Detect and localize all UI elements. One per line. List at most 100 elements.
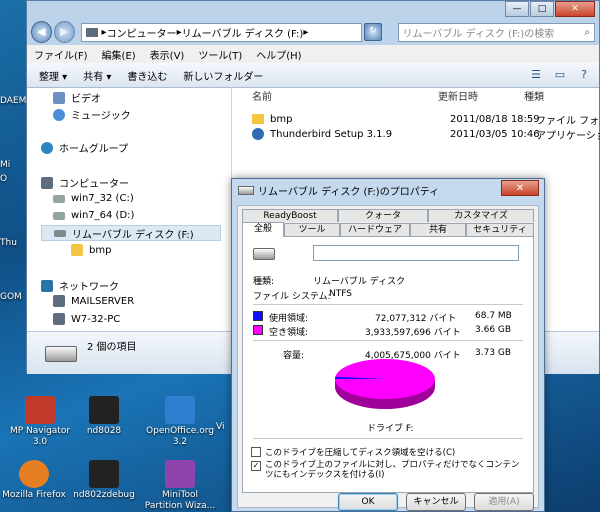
- window-caption-buttons: — □ ✕: [504, 1, 595, 17]
- thunderbird-icon: [252, 128, 264, 140]
- menu-tools[interactable]: ツール(T): [191, 47, 249, 62]
- index-checkbox[interactable]: ✓: [251, 461, 261, 471]
- nav-computer[interactable]: コンピューター: [41, 175, 129, 190]
- nav-removable-disk[interactable]: リムーバブル ディスク (F:): [41, 225, 221, 241]
- nav-label: ミュージック: [71, 111, 131, 122]
- breadcrumb-removable-disk[interactable]: リムーバブル ディスク (F:): [182, 25, 304, 40]
- command-bar: 整理 ▾ 共有 ▾ 書き込む 新しいフォルダー ☰ ▭ ?: [27, 63, 599, 88]
- removable-drive-icon: [238, 186, 254, 195]
- file-row[interactable]: Thunderbird Setup 3.1.9 2011/03/05 10:46…: [252, 127, 600, 142]
- cancel-button[interactable]: キャンセル: [406, 493, 466, 511]
- desktop-fragment: O: [0, 174, 8, 184]
- tab-tools[interactable]: ツール: [284, 223, 340, 236]
- index-checkbox-label: このドライブ上のファイルに対し、プロパティだけでなくコンテンツにもインデックスを…: [265, 460, 520, 480]
- menu-edit[interactable]: 編集(E): [95, 47, 143, 62]
- help-icon[interactable]: ?: [577, 68, 591, 81]
- desktop-icon-minitool[interactable]: MiniTool Partition Wiza...: [142, 460, 218, 512]
- navigation-pane: ビデオ ミュージック ホームグループ コンピューター win7_32 (C:) …: [27, 88, 232, 331]
- burn-button[interactable]: 書き込む: [119, 68, 175, 83]
- tab-quota[interactable]: クォータ: [338, 209, 428, 222]
- free-space-label: 空き領域:: [269, 328, 309, 338]
- folder-icon: [71, 244, 83, 256]
- computer-icon: [85, 27, 98, 37]
- capacity-label: 容量:: [283, 351, 305, 361]
- column-type[interactable]: 種類: [524, 88, 544, 108]
- folder-icon: [252, 114, 264, 124]
- tab-sharing[interactable]: 共有: [410, 223, 466, 236]
- breadcrumb-computer[interactable]: コンピューター: [107, 25, 177, 40]
- apply-button[interactable]: 適用(A): [474, 493, 534, 511]
- file-name: Thunderbird Setup 3.1.9: [270, 128, 393, 140]
- tab-customize[interactable]: カスタマイズ: [428, 209, 534, 222]
- used-space-swatch: [253, 311, 263, 321]
- minimize-button[interactable]: —: [505, 1, 529, 17]
- menu-view[interactable]: 表示(V): [143, 47, 192, 62]
- compress-checkbox[interactable]: [251, 447, 261, 457]
- separator: [253, 304, 523, 305]
- nav-network[interactable]: ネットワーク: [41, 278, 119, 293]
- nav-label: MAILSERVER: [71, 295, 135, 307]
- nav-w7-32-pc[interactable]: W7-32-PC: [53, 313, 120, 325]
- view-options-icon[interactable]: ☰: [529, 68, 543, 81]
- tab-security[interactable]: セキュリティ: [466, 223, 534, 236]
- column-modified[interactable]: 更新日時: [438, 88, 478, 108]
- ok-button[interactable]: OK: [338, 493, 398, 511]
- close-button[interactable]: ✕: [555, 1, 595, 17]
- desktop-icon-firefox[interactable]: Mozilla Firefox: [0, 460, 72, 501]
- network-icon: [41, 279, 53, 292]
- nav-videos[interactable]: ビデオ: [53, 90, 101, 105]
- forward-button[interactable]: ▶: [53, 21, 75, 43]
- drive-letter-label: ドライブ F:: [367, 424, 414, 434]
- nav-folder-bmp[interactable]: bmp: [71, 244, 111, 256]
- desktop-icon-openoffice[interactable]: OpenOffice.org 3.2: [142, 396, 218, 448]
- menu-file[interactable]: ファイル(F): [27, 47, 95, 62]
- file-date: 2011/03/05 10:46: [450, 128, 540, 140]
- file-name: bmp: [270, 113, 293, 125]
- organize-button[interactable]: 整理 ▾: [27, 68, 75, 83]
- tab-readyboost[interactable]: ReadyBoost: [242, 209, 338, 222]
- dialog-title-bar: リムーバブル ディスク (F:)のプロパティ: [238, 183, 439, 198]
- new-folder-button[interactable]: 新しいフォルダー: [175, 68, 271, 83]
- preview-pane-icon[interactable]: ▭: [553, 68, 567, 81]
- desktop-edge-label: Vi: [216, 422, 225, 432]
- file-row[interactable]: bmp 2011/08/18 18:59 ファイル フォル: [252, 112, 600, 127]
- nav-music[interactable]: ミュージック: [53, 107, 131, 122]
- mp-navigator-icon: [25, 396, 55, 424]
- breadcrumb-separator: ▸: [303, 26, 309, 38]
- menu-help[interactable]: ヘルプ(H): [249, 47, 308, 62]
- desktop-icon-label: nd8028: [86, 426, 122, 436]
- video-icon: [53, 91, 65, 104]
- column-name[interactable]: 名前: [252, 88, 272, 108]
- desktop-fragment: Mi: [0, 160, 11, 170]
- tab-hardware[interactable]: ハードウェア: [340, 223, 410, 236]
- desktop-icon-nd802zdebug[interactable]: nd802zdebug: [66, 460, 142, 501]
- removable-drive-icon: [54, 229, 66, 237]
- search-input[interactable]: リムーバブル ディスク (F:)の検索 ⌕: [397, 22, 595, 42]
- pc-icon: [53, 295, 65, 307]
- separator: [253, 340, 523, 341]
- dialog-body: ReadyBoost クォータ カスタマイズ 全般 ツール ハードウェア 共有 …: [237, 205, 539, 508]
- item-count: 2 個の項目: [87, 342, 137, 353]
- volume-label-input[interactable]: [313, 245, 519, 261]
- address-bar[interactable]: ▸ コンピューター ▸ リムーバブル ディスク (F:) ▸: [80, 22, 363, 42]
- firefox-icon: [19, 460, 49, 488]
- back-button[interactable]: ◀: [31, 21, 52, 43]
- minitool-icon: [165, 460, 195, 488]
- nav-mailserver[interactable]: MAILSERVER: [53, 295, 134, 307]
- dialog-close-button[interactable]: ✕: [501, 180, 539, 196]
- properties-dialog: リムーバブル ディスク (F:)のプロパティ ✕ ReadyBoost クォータ…: [231, 178, 545, 512]
- filesystem-label: ファイル システム:: [253, 292, 331, 302]
- tab-general[interactable]: 全般: [242, 222, 284, 237]
- pc-icon: [53, 313, 65, 325]
- refresh-button[interactable]: ↻: [364, 23, 382, 41]
- desktop-icon-label: Mozilla Firefox: [2, 490, 66, 500]
- console-icon: [89, 460, 119, 488]
- nav-drive-d[interactable]: win7_64 (D:): [53, 210, 134, 221]
- nav-homegroup[interactable]: ホームグループ: [41, 140, 128, 155]
- nav-drive-c[interactable]: win7_32 (C:): [53, 193, 134, 204]
- drive-icon: [53, 194, 65, 203]
- removable-drive-icon: [253, 248, 275, 260]
- maximize-button[interactable]: □: [530, 1, 554, 17]
- desktop-icon-nd8028[interactable]: nd8028: [66, 396, 142, 437]
- share-button[interactable]: 共有 ▾: [75, 68, 119, 83]
